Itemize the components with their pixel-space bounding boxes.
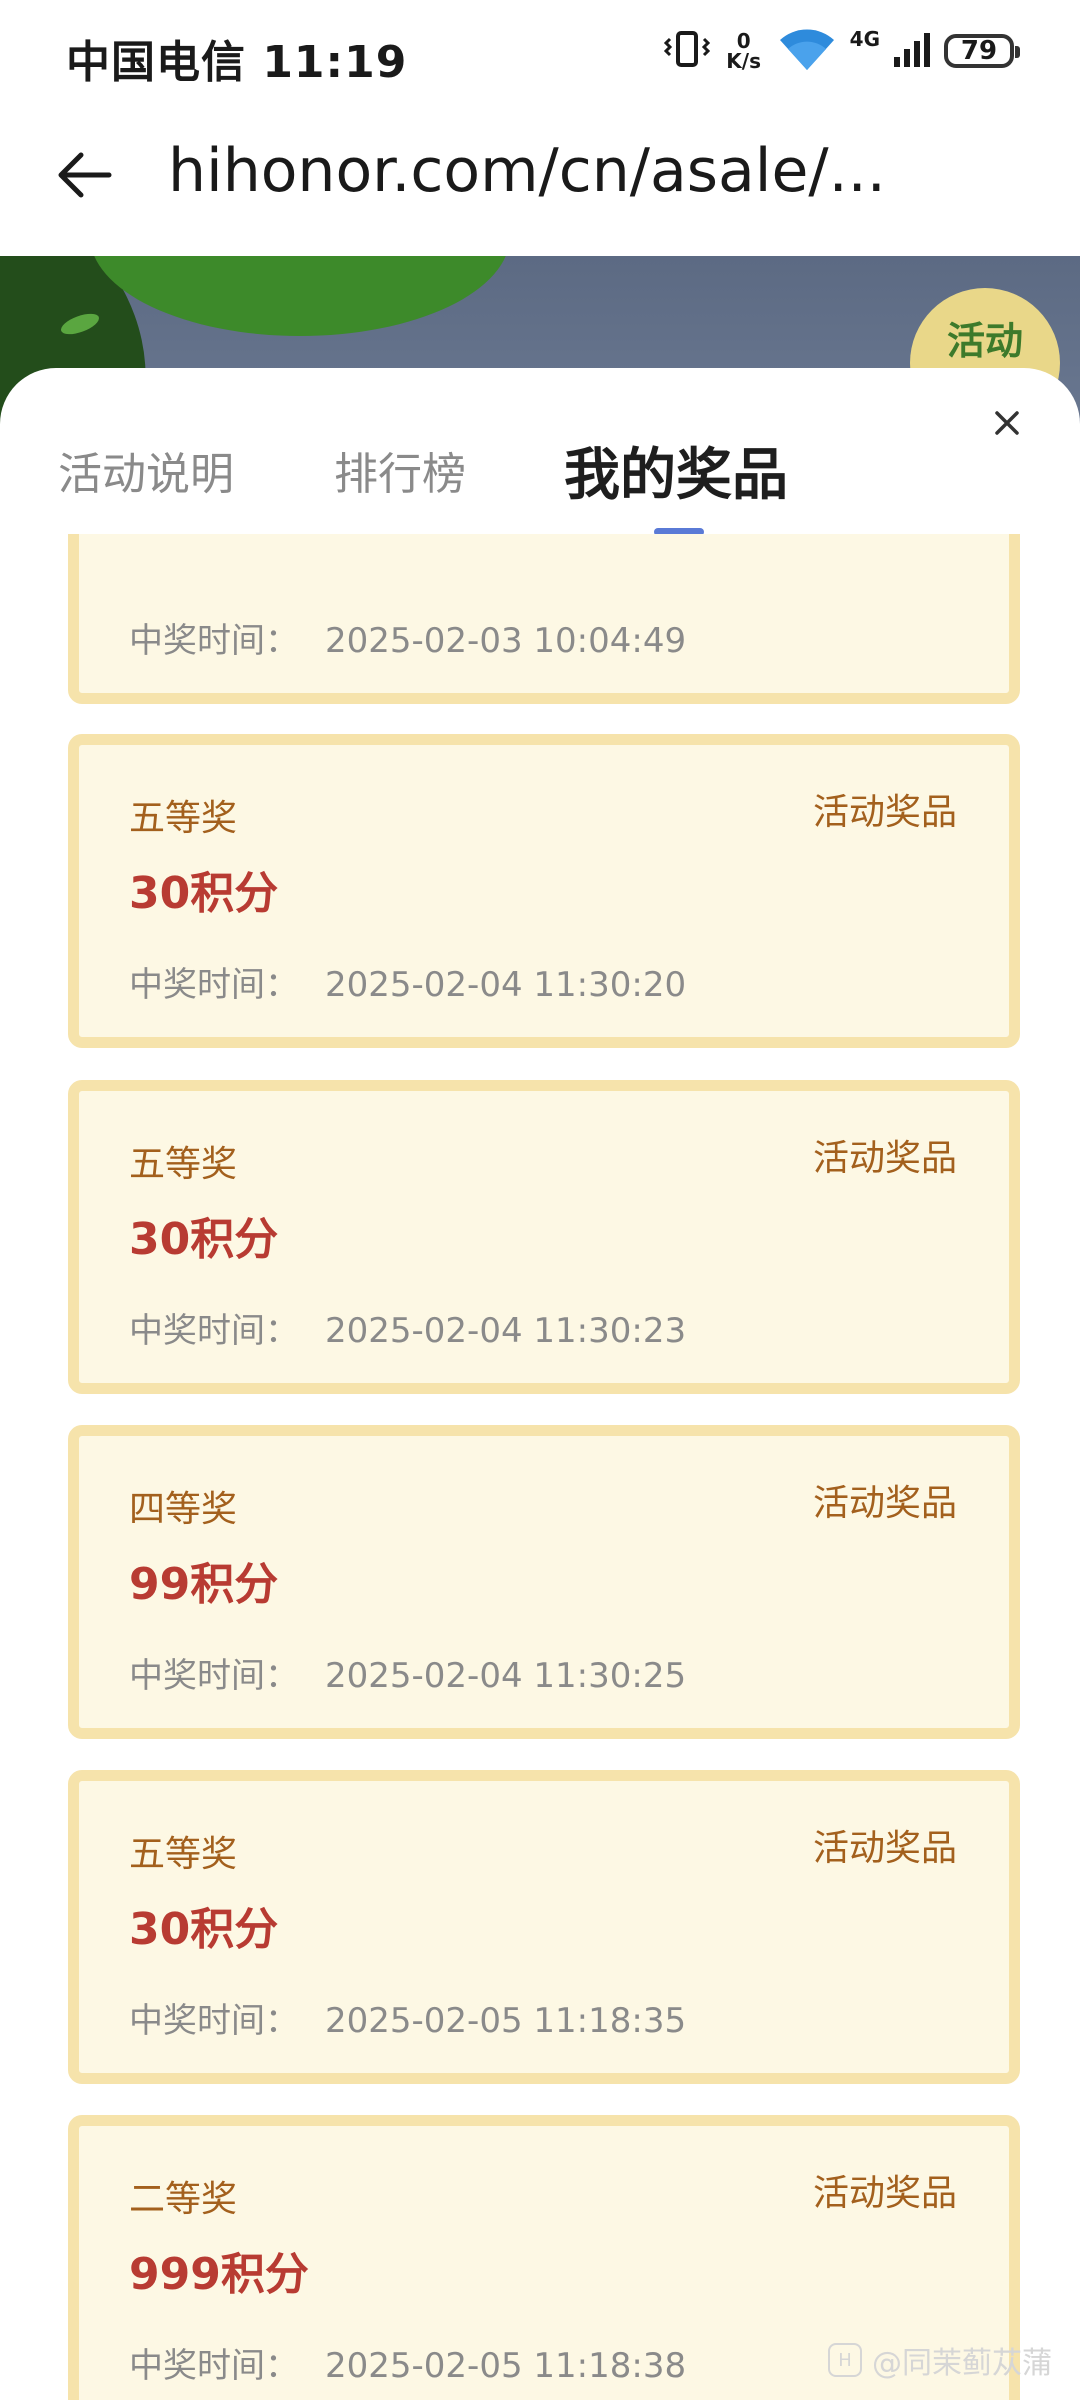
prize-card: 五等奖 30积分 活动奖品 中奖时间： 2025-02-04 11:30:23 bbox=[68, 1080, 1020, 1394]
prize-time: 2025-02-05 11:18:38 bbox=[325, 2346, 687, 2386]
battery-level: 79 bbox=[960, 36, 998, 66]
prize-points: 30积分 bbox=[129, 1904, 279, 1955]
net-speed-unit: K/s bbox=[726, 49, 762, 73]
status-icons: 0 K/s 4G 79 bbox=[663, 26, 1020, 76]
watermark-text: @同茉蓟苁蒲 bbox=[872, 2346, 1052, 2381]
prize-level: 五等奖 bbox=[129, 1144, 238, 1185]
tab-my-prizes[interactable]: 我的奖品 bbox=[564, 430, 788, 511]
prize-time: 2025-02-04 11:30:23 bbox=[325, 1311, 687, 1351]
prize-points: 99积分 bbox=[129, 1559, 279, 1610]
prize-time-label: 中奖时间： bbox=[129, 2001, 299, 2041]
prize-points: 30积分 bbox=[129, 1214, 279, 1265]
carrier-time: 中国电信 11:19 bbox=[66, 37, 408, 88]
prize-time-row: 中奖时间： 2025-02-05 11:18:38 bbox=[129, 2338, 686, 2387]
prize-time-row: 中奖时间： 2025-02-04 11:30:23 bbox=[129, 1303, 686, 1352]
prize-time-row: 中奖时间： 2025-02-03 10:04:49 bbox=[129, 613, 686, 662]
prize-type: 活动奖品 bbox=[812, 1828, 957, 1869]
prize-time: 2025-02-04 11:30:25 bbox=[325, 1656, 687, 1696]
prize-time-label: 中奖时间： bbox=[129, 1656, 299, 1696]
prize-level: 五等奖 bbox=[129, 798, 238, 839]
page-url[interactable]: hihonor.com/cn/asale/... bbox=[168, 136, 886, 206]
prize-time-label: 中奖时间： bbox=[129, 965, 299, 1005]
prize-time: 2025-02-04 11:30:20 bbox=[325, 965, 687, 1005]
leaf-decoration bbox=[90, 256, 510, 336]
status-bar: 中国电信 11:19 0 K/s 4G 79 bbox=[0, 0, 1080, 100]
wifi-icon bbox=[778, 26, 836, 76]
tab-bar: 活动说明 排行榜 我的奖品 bbox=[0, 438, 1080, 518]
prize-sheet: 活动说明 排行榜 我的奖品 中奖时间： 2025-02-03 10:04:49 五… bbox=[0, 368, 1080, 2400]
prize-type: 活动奖品 bbox=[812, 2173, 957, 2214]
vibrate-icon bbox=[663, 29, 710, 73]
tab-activity-rules[interactable]: 活动说明 bbox=[58, 438, 234, 502]
signal-icon bbox=[894, 31, 930, 71]
prize-type: 活动奖品 bbox=[812, 1483, 957, 1524]
prize-time-row: 中奖时间： 2025-02-04 11:30:25 bbox=[129, 1648, 686, 1697]
back-arrow-icon[interactable] bbox=[50, 140, 120, 210]
prize-type: 活动奖品 bbox=[812, 1138, 957, 1179]
net-speed: 0 K/s bbox=[724, 31, 764, 71]
prize-time-label: 中奖时间： bbox=[129, 621, 299, 661]
network-type: 4G bbox=[849, 27, 880, 51]
prize-card: 五等奖 30积分 活动奖品 中奖时间： 2025-02-05 11:18:35 bbox=[68, 1770, 1020, 2084]
prize-time: 2025-02-05 11:18:35 bbox=[325, 2001, 687, 2041]
prize-card: 中奖时间： 2025-02-03 10:04:49 bbox=[68, 534, 1020, 704]
prize-time-row: 中奖时间： 2025-02-04 11:30:20 bbox=[129, 957, 686, 1006]
address-bar: hihonor.com/cn/asale/... bbox=[0, 100, 1080, 256]
net-speed-value: 0 bbox=[736, 29, 751, 53]
watermark: H @同茉蓟苁蒲 bbox=[828, 2338, 1052, 2382]
prize-level: 五等奖 bbox=[129, 1834, 238, 1875]
prize-list[interactable]: 中奖时间： 2025-02-03 10:04:49 五等奖 30积分 活动奖品 中… bbox=[0, 534, 1080, 2400]
prize-level: 二等奖 bbox=[129, 2179, 238, 2220]
battery-icon: 79 bbox=[944, 34, 1020, 68]
prize-time: 2025-02-03 10:04:49 bbox=[325, 621, 687, 661]
prize-type: 活动奖品 bbox=[812, 792, 957, 833]
prize-time-row: 中奖时间： 2025-02-05 11:18:35 bbox=[129, 1993, 686, 2042]
prize-time-label: 中奖时间： bbox=[129, 1311, 299, 1351]
watermark-logo-icon: H bbox=[828, 2343, 862, 2377]
tab-leaderboard[interactable]: 排行榜 bbox=[334, 438, 466, 502]
prize-time-label: 中奖时间： bbox=[129, 2346, 299, 2386]
prize-level: 四等奖 bbox=[129, 1489, 238, 1530]
prize-card: 五等奖 30积分 活动奖品 中奖时间： 2025-02-04 11:30:20 bbox=[68, 734, 1020, 1048]
prize-card: 四等奖 99积分 活动奖品 中奖时间： 2025-02-04 11:30:25 bbox=[68, 1425, 1020, 1739]
prize-points: 999积分 bbox=[129, 2249, 309, 2300]
prize-points: 30积分 bbox=[129, 868, 279, 919]
